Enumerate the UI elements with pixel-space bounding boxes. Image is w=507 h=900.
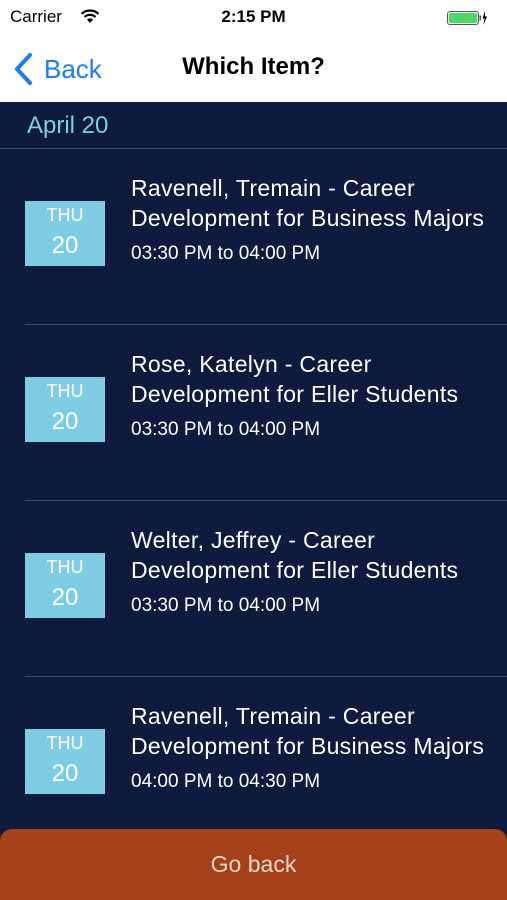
list-item[interactable]: THU 20 Ravenell, Tremain - Career Develo… <box>25 149 507 325</box>
section-header: April 20 <box>0 102 507 149</box>
status-time: 2:15 PM <box>221 7 286 26</box>
appointment-list: THU 20 Ravenell, Tremain - Career Develo… <box>0 149 507 853</box>
page-title: Which Item? <box>182 53 325 80</box>
date-badge: THU 20 <box>25 729 105 794</box>
charging-bolt-icon <box>482 11 487 25</box>
item-title: Welter, Jeffrey - Career Development for… <box>131 527 459 583</box>
badge-day: THU <box>46 381 84 401</box>
badge-date: 20 <box>51 584 79 611</box>
section-date-label: April 20 <box>27 112 109 139</box>
badge-day: THU <box>46 733 84 753</box>
badge-day: THU <box>46 557 84 577</box>
date-badge: THU 20 <box>25 553 105 618</box>
item-text: Rose, Katelyn - Career Development for E… <box>131 349 501 441</box>
go-back-label: Go back <box>210 851 297 877</box>
navigation-bar: Back Which Item? <box>0 36 507 102</box>
badge-date: 20 <box>51 408 79 435</box>
go-back-button[interactable]: Go back <box>0 829 507 900</box>
badge-date: 20 <box>51 232 79 259</box>
item-text: Ravenell, Tremain - Career Development f… <box>131 701 501 793</box>
list-item[interactable]: THU 20 Welter, Jeffrey - Career Developm… <box>25 501 507 677</box>
item-text: Welter, Jeffrey - Career Development for… <box>131 525 501 617</box>
item-time: 03:30 PM to 04:00 PM <box>131 419 321 440</box>
date-badge: THU 20 <box>25 201 105 266</box>
status-bar: Carrier 2:15 PM <box>0 0 507 36</box>
item-title: Ravenell, Tremain - Career Development f… <box>131 703 485 759</box>
item-time: 03:30 PM to 04:00 PM <box>131 243 321 264</box>
item-text: Ravenell, Tremain - Career Development f… <box>131 173 501 265</box>
item-title: Ravenell, Tremain - Career Development f… <box>131 175 485 231</box>
badge-day: THU <box>46 205 84 225</box>
badge-date: 20 <box>51 760 79 787</box>
date-badge: THU 20 <box>25 377 105 442</box>
list-item[interactable]: THU 20 Ravenell, Tremain - Career Develo… <box>25 677 507 853</box>
list-item[interactable]: THU 20 Rose, Katelyn - Career Developmen… <box>25 325 507 501</box>
item-title: Rose, Katelyn - Career Development for E… <box>131 351 459 407</box>
battery-icon <box>447 11 487 25</box>
item-time: 03:30 PM to 04:00 PM <box>131 595 321 616</box>
item-time: 04:00 PM to 04:30 PM <box>131 771 321 792</box>
